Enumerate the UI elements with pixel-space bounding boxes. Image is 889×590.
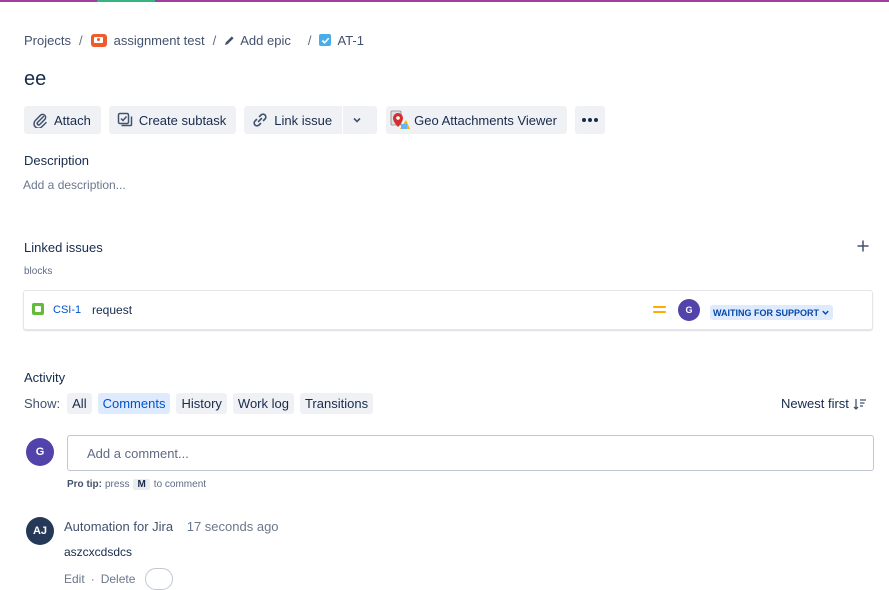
protip-label: Pro tip:	[67, 479, 102, 490]
paperclip-icon	[33, 113, 47, 128]
comment-timestamp[interactable]: 17 seconds ago	[187, 519, 279, 534]
geo-attachments-label: Geo Attachments Viewer	[414, 112, 557, 128]
tab-history[interactable]: History	[176, 393, 227, 414]
actions-separator: ·	[90, 572, 95, 586]
more-actions-button[interactable]	[574, 106, 605, 134]
description-field[interactable]: Add a description...	[23, 178, 126, 192]
delete-comment-link[interactable]: Delete	[101, 572, 136, 586]
link-relation-label: blocks	[24, 266, 53, 277]
task-type-icon	[319, 34, 332, 46]
chevron-down-icon	[353, 117, 361, 123]
link-icon	[253, 113, 267, 127]
attach-button[interactable]: Attach	[24, 106, 101, 134]
geo-attachments-viewer-button[interactable]: Geo Attachments Viewer	[386, 106, 567, 134]
tab-all[interactable]: All	[67, 393, 92, 414]
link-issue-label: Link issue	[274, 112, 333, 128]
automation-avatar[interactable]: AJ	[26, 517, 54, 545]
create-subtask-label: Create subtask	[138, 112, 227, 128]
breadcrumb-issue-key[interactable]: AT-1	[337, 33, 364, 48]
add-link-plus-icon[interactable]	[857, 240, 869, 252]
subtask-icon	[117, 112, 133, 127]
more-dots-icon	[581, 118, 598, 122]
chevron-down-icon	[822, 310, 829, 315]
breadcrumb-separator: /	[307, 32, 312, 48]
tab-comments[interactable]: Comments	[97, 393, 171, 414]
attach-label: Attach	[54, 112, 91, 128]
top-progress-bar	[0, 0, 889, 2]
linked-issue-summary[interactable]: request	[92, 303, 132, 317]
sort-order-button[interactable]: Newest first	[781, 396, 867, 411]
link-issue-button[interactable]: Link issue	[244, 106, 343, 134]
pro-tip: Pro tip: press M to comment	[67, 479, 206, 490]
activity-filter-tabs: Show: All Comments History Work log Tran…	[24, 393, 379, 414]
status-label: WAITING FOR SUPPORT	[713, 307, 820, 318]
issue-title[interactable]: ee	[24, 68, 46, 91]
project-avatar-icon	[90, 33, 107, 47]
add-reaction-icon[interactable]	[145, 568, 174, 590]
breadcrumb: Projects / assignment test / Add epic / …	[24, 31, 364, 49]
comment-body: aszcxcdsdcs	[64, 545, 133, 559]
comment-author[interactable]: Automation for Jira	[64, 519, 173, 534]
linked-issue-row[interactable]: CSI-1 request G WAITING FOR SUPPORT	[23, 290, 873, 330]
comment-header: Automation for Jira 17 seconds ago	[64, 519, 279, 534]
edit-comment-link[interactable]: Edit	[64, 572, 85, 586]
current-user-avatar[interactable]: G	[26, 438, 54, 466]
protip-rest: to comment	[153, 479, 207, 490]
issue-toolbar: Attach Create subtask Link issue Geo Att	[24, 106, 613, 134]
sort-icon	[853, 398, 866, 410]
show-label: Show:	[24, 396, 61, 411]
breadcrumb-project[interactable]: assignment test	[114, 33, 205, 48]
comment-actions: Edit · Delete	[64, 568, 174, 590]
breadcrumb-separator: /	[78, 32, 83, 48]
status-dropdown[interactable]: WAITING FOR SUPPORT	[710, 305, 834, 320]
breadcrumb-add-epic[interactable]: Add epic	[240, 33, 291, 48]
assignee-avatar[interactable]: G	[678, 299, 700, 321]
pencil-icon	[225, 35, 234, 45]
link-issue-dropdown-button[interactable]	[343, 106, 378, 134]
breadcrumb-separator: /	[212, 32, 217, 48]
breadcrumb-projects[interactable]: Projects	[24, 33, 71, 48]
story-icon	[32, 303, 44, 315]
tab-transitions[interactable]: Transitions	[299, 393, 374, 414]
comment-input[interactable]: Add a comment...	[67, 435, 874, 471]
description-heading: Description	[24, 153, 90, 168]
create-subtask-button[interactable]: Create subtask	[108, 106, 237, 134]
linked-issues-heading: Linked issues	[24, 240, 103, 255]
activity-heading: Activity	[24, 370, 66, 385]
linked-issue-key[interactable]: CSI-1	[53, 304, 81, 316]
protip-press: press	[105, 479, 130, 490]
tab-work-log[interactable]: Work log	[232, 393, 294, 414]
geo-attachments-icon	[390, 110, 411, 129]
sort-label: Newest first	[781, 396, 849, 411]
protip-key: M	[133, 479, 150, 490]
